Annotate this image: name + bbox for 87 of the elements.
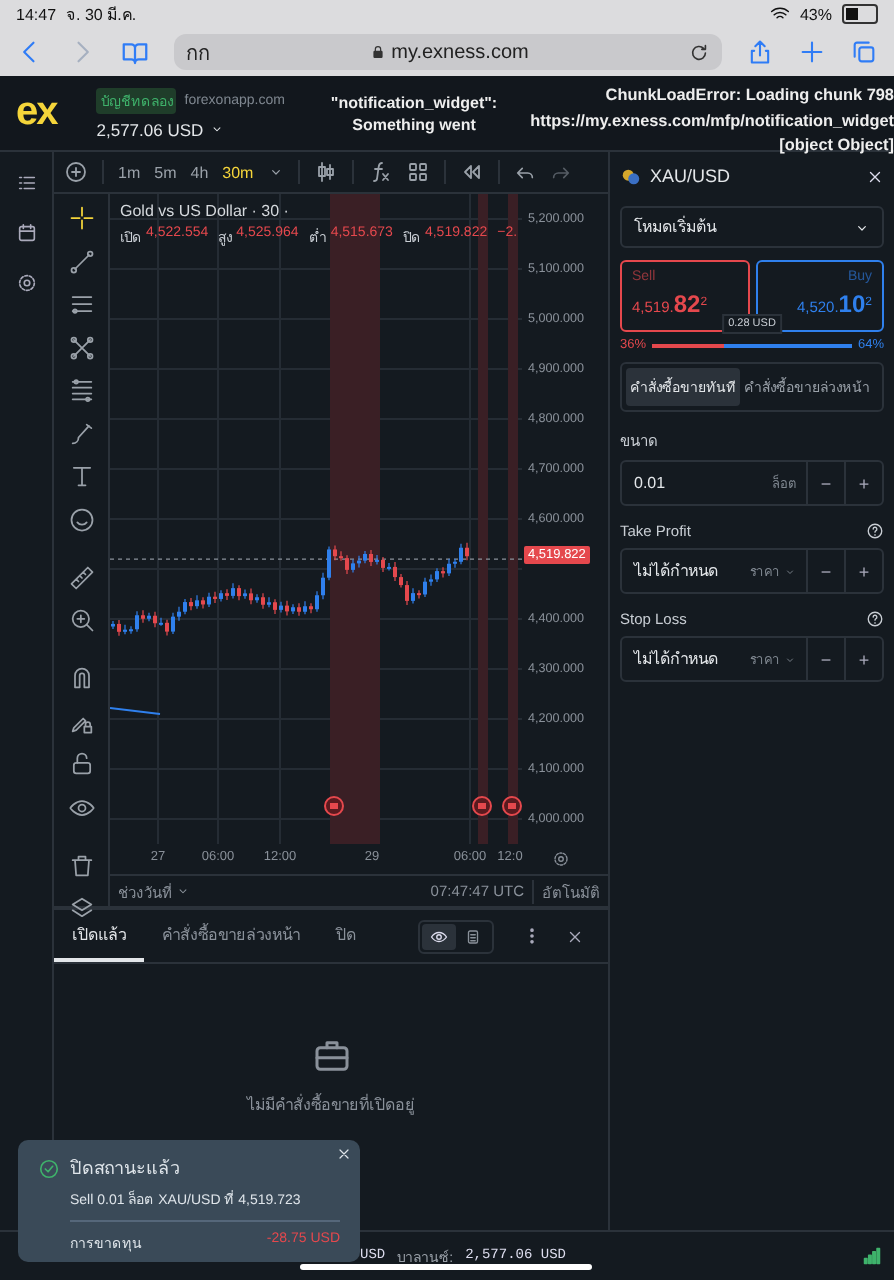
view-mode-button[interactable]	[422, 923, 456, 949]
url-text: my.exness.com	[391, 41, 529, 63]
timeframe-button[interactable]: 1m	[118, 163, 141, 181]
wifi-icon	[769, 4, 790, 24]
status-time: 14:47	[16, 5, 57, 23]
help-icon[interactable]	[866, 610, 884, 628]
battery-icon	[842, 4, 878, 24]
caret-icon	[784, 653, 796, 665]
text-size-button[interactable]: กก	[186, 37, 210, 67]
plus-button[interactable]: +	[844, 550, 882, 592]
trend-line-icon[interactable]	[67, 247, 95, 275]
trash-icon[interactable]	[67, 851, 95, 879]
coin-icon	[620, 165, 642, 187]
candlestick-icon[interactable]	[313, 160, 338, 184]
chart-title: Gold vs US Dollar · 30 ·	[120, 202, 291, 220]
lock-icon	[369, 44, 386, 60]
balance-dropdown[interactable]: 2,577.06 USD	[96, 119, 285, 139]
close-button[interactable]	[336, 1146, 352, 1162]
mode-dropdown[interactable]: โหมดเริ่มต้น	[620, 206, 884, 248]
event-marker-icon[interactable]	[502, 796, 522, 816]
text-tool-icon[interactable]	[67, 462, 95, 490]
trend-line	[110, 707, 161, 715]
toast-title: ปิดสถานะแล้ว	[70, 1156, 180, 1182]
event-marker-icon[interactable]	[472, 796, 492, 816]
signal-icon	[862, 1246, 882, 1266]
axis-settings-icon[interactable]	[552, 850, 570, 868]
error-text: ChunkLoadError: Loading chunk 798	[605, 84, 894, 108]
caret-icon	[784, 565, 796, 577]
brush-icon[interactable]	[67, 419, 95, 447]
plus-button[interactable]: +	[844, 638, 882, 680]
positions-tab[interactable]: ปิด	[318, 910, 374, 962]
zoom-in-icon[interactable]	[67, 606, 95, 634]
volume-field[interactable]: 0.01	[622, 462, 772, 504]
error-text: "notification_widget":	[330, 92, 498, 114]
timeframe-button[interactable]: 4h	[190, 163, 209, 181]
briefcase-icon	[311, 1036, 351, 1076]
document-icon	[464, 927, 482, 945]
emoji-icon[interactable]	[67, 505, 95, 533]
caret-icon	[209, 122, 224, 136]
symbol-name: XAU/USD	[650, 166, 731, 186]
bookmarks-icon[interactable]	[120, 37, 150, 67]
caret-icon[interactable]	[267, 164, 284, 180]
share-icon[interactable]	[746, 38, 774, 66]
logo: ex	[16, 90, 57, 136]
unlock-icon[interactable]	[67, 750, 95, 778]
stop-loss-field[interactable]: ไม่ได้กำหนด	[622, 638, 738, 680]
timeframe-button[interactable]: 5m	[154, 163, 177, 181]
ruler-icon[interactable]	[67, 563, 95, 591]
error-text: Something went	[352, 114, 476, 136]
indicators-icon[interactable]	[367, 160, 392, 184]
eye-icon	[430, 927, 448, 945]
empty-message: ไม่มีคำสั่งซื้อขายที่เปิดอยู่	[247, 1092, 415, 1118]
close-icon	[566, 927, 584, 945]
caret-icon	[176, 884, 190, 898]
new-tab-icon[interactable]	[798, 38, 826, 66]
add-icon[interactable]	[64, 160, 88, 184]
replay-icon[interactable]	[459, 160, 484, 184]
parallel-lines-icon[interactable]	[67, 290, 95, 318]
close-button[interactable]	[866, 167, 884, 185]
event-marker-icon[interactable]	[324, 796, 344, 816]
layout-icon[interactable]	[405, 160, 430, 184]
settings-icon[interactable]	[15, 272, 37, 294]
close-icon	[336, 1146, 352, 1162]
address-bar[interactable]: กก my.exness.com	[174, 34, 722, 70]
timeframe-button[interactable]: 30m	[222, 163, 254, 181]
minus-button[interactable]: −	[806, 462, 844, 504]
layers-icon[interactable]	[67, 894, 95, 922]
check-icon	[38, 1157, 60, 1179]
menu-icon[interactable]	[15, 172, 37, 194]
positions-tab[interactable]: เปิดแล้ว	[54, 910, 144, 962]
reload-icon[interactable]	[688, 41, 710, 63]
error-text: [object Object]	[779, 134, 894, 158]
minus-button[interactable]: −	[806, 550, 844, 592]
minus-button[interactable]: −	[806, 638, 844, 680]
pattern-icon[interactable]	[67, 333, 95, 361]
positions-tab[interactable]: คำสั่งซื้อขายล่วงหน้า	[144, 910, 318, 962]
help-icon[interactable]	[866, 522, 884, 540]
status-date: จ. 30 มี.ค.	[66, 3, 137, 27]
error-text: https://my.exness.com/mfp/notification_widget	[530, 109, 894, 134]
take-profit-field[interactable]: ไม่ได้กำหนด	[622, 550, 738, 592]
levels-icon[interactable]	[67, 376, 95, 404]
crosshair-icon[interactable]	[67, 204, 95, 232]
tabs-icon[interactable]	[850, 38, 878, 66]
battery-percent: 43%	[799, 5, 832, 23]
close-icon	[866, 167, 884, 185]
calendar-icon[interactable]	[15, 222, 37, 244]
plus-button[interactable]: +	[844, 462, 882, 504]
